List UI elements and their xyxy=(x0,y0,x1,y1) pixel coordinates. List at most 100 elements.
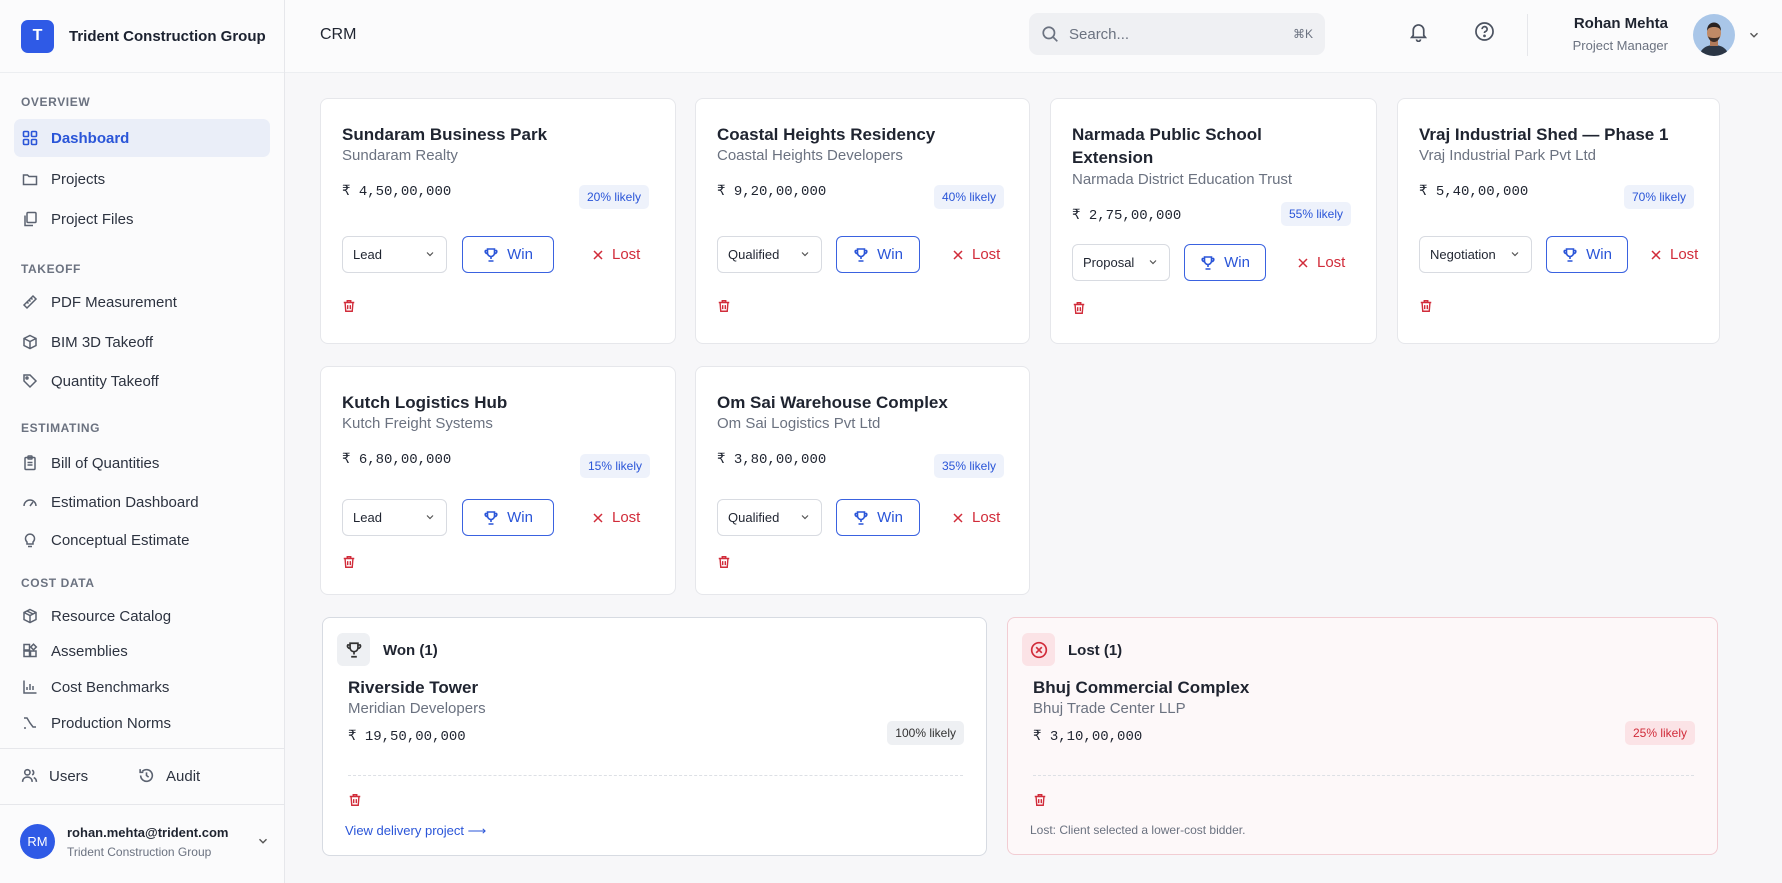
tag-icon xyxy=(21,372,39,390)
trophy-icon xyxy=(483,510,499,526)
likelihood-badge: 20% likely xyxy=(579,185,650,209)
opportunity-card: Sundaram Business Park Sundaram Realty ₹… xyxy=(320,98,676,344)
bar-chart-icon xyxy=(21,678,39,696)
ruler-icon xyxy=(21,293,39,311)
account-switcher[interactable]: RM rohan.mehta@trident.com Trident Const… xyxy=(20,824,270,859)
stage-select[interactable]: Qualified xyxy=(717,236,822,273)
sidebar-item-label: Estimation Dashboard xyxy=(51,493,199,511)
trash-icon[interactable] xyxy=(342,555,356,569)
sidebar-item-label: Assemblies xyxy=(51,642,128,660)
trash-icon[interactable] xyxy=(717,555,731,569)
search-shortcut: ⌘K xyxy=(1292,27,1313,41)
stage-select[interactable]: Lead xyxy=(342,236,447,273)
win-button[interactable]: Win xyxy=(462,499,554,536)
bell-icon[interactable] xyxy=(1408,21,1429,42)
chevron-down-icon[interactable] xyxy=(1747,28,1761,42)
sidebar-item-project-files[interactable]: Project Files xyxy=(14,200,270,238)
lost-project-name: Bhuj Commercial Complex xyxy=(1033,678,1250,697)
lost-label: Lost xyxy=(612,509,641,526)
sidebar-item-label: Project Files xyxy=(51,210,134,228)
win-button[interactable]: Win xyxy=(1184,244,1266,281)
trash-icon[interactable] xyxy=(342,299,356,313)
lost-button[interactable]: Lost xyxy=(1297,244,1345,281)
trash-icon[interactable] xyxy=(1033,793,1047,807)
divider xyxy=(348,775,963,776)
user-email: rohan.mehta@trident.com xyxy=(67,824,229,840)
opportunity-card: Om Sai Warehouse Complex Om Sai Logistic… xyxy=(695,366,1030,595)
won-panel: Won (1) Riverside Tower Meridian Develop… xyxy=(322,617,987,856)
chevron-down-icon xyxy=(799,248,811,260)
blocks-icon xyxy=(21,642,39,660)
sidebar-item-estimation-dashboard[interactable]: Estimation Dashboard xyxy=(14,483,270,521)
sidebar-item-production-norms[interactable]: Production Norms xyxy=(14,704,270,742)
lost-button[interactable]: Lost xyxy=(952,236,1000,273)
win-button[interactable]: Win xyxy=(1546,236,1628,273)
opportunity-client: Sundaram Realty xyxy=(342,147,458,164)
trash-icon[interactable] xyxy=(1072,301,1086,315)
section-title-overview: OVERVIEW xyxy=(21,95,91,109)
trash-icon[interactable] xyxy=(717,299,731,313)
sidebar-item-bim-3d-takeoff[interactable]: BIM 3D Takeoff xyxy=(14,323,270,361)
lost-button[interactable]: Lost xyxy=(592,499,640,536)
opportunity-title: Kutch Logistics Hub xyxy=(342,393,508,412)
close-icon xyxy=(592,249,604,261)
sidebar-item-assemblies[interactable]: Assemblies xyxy=(14,632,270,670)
win-button[interactable]: Win xyxy=(836,499,920,536)
opportunity-amount: ₹ 9,20,00,000 xyxy=(717,184,827,200)
lost-button[interactable]: Lost xyxy=(592,236,640,273)
search-box[interactable]: ⌘K xyxy=(1029,13,1325,55)
opportunity-amount: ₹ 5,40,00,000 xyxy=(1419,184,1529,200)
stage-select[interactable]: Lead xyxy=(342,499,447,536)
likelihood-badge: 100% likely xyxy=(887,721,964,745)
lost-button[interactable]: Lost xyxy=(1650,236,1698,273)
avatar[interactable] xyxy=(1693,14,1735,56)
sidebar-item-quantity-takeoff[interactable]: Quantity Takeoff xyxy=(14,362,270,400)
search-input[interactable] xyxy=(1069,25,1259,43)
sidebar-item-pdf-measurement[interactable]: PDF Measurement xyxy=(14,283,270,321)
folder-icon xyxy=(21,170,39,188)
stage-select[interactable]: Negotiation xyxy=(1419,236,1532,273)
sidebar: T Trident Construction Group OVERVIEW Da… xyxy=(0,0,285,883)
chevron-down-icon xyxy=(424,248,436,260)
stage-select[interactable]: Proposal xyxy=(1072,244,1170,281)
user-org: Trident Construction Group xyxy=(67,844,212,859)
stage-value: Proposal xyxy=(1083,255,1135,270)
close-icon xyxy=(952,512,964,524)
sidebar-item-projects[interactable]: Projects xyxy=(14,160,270,198)
trash-icon[interactable] xyxy=(1419,299,1433,313)
win-button[interactable]: Win xyxy=(836,236,920,273)
lost-project-amount: ₹ 3,10,00,000 xyxy=(1033,729,1143,745)
sidebar-link-users[interactable]: Users xyxy=(21,767,88,785)
close-icon xyxy=(592,512,604,524)
win-button[interactable]: Win xyxy=(462,236,554,273)
trophy-icon xyxy=(1562,247,1578,263)
sidebar-item-bill-of-quantities[interactable]: Bill of Quantities xyxy=(14,444,270,482)
sidebar-item-label: Dashboard xyxy=(51,129,130,147)
stage-select[interactable]: Qualified xyxy=(717,499,822,536)
trash-icon[interactable] xyxy=(348,793,362,807)
sidebar-item-conceptual-estimate[interactable]: Conceptual Estimate xyxy=(14,521,270,559)
sidebar-item-label: BIM 3D Takeoff xyxy=(51,333,153,351)
section-title-estimating: ESTIMATING xyxy=(21,421,101,435)
section-title-takeoff: TAKEOFF xyxy=(21,262,81,276)
opportunity-amount: ₹ 2,75,00,000 xyxy=(1072,208,1182,224)
lost-panel-title: Lost (1) xyxy=(1068,642,1123,659)
view-delivery-project-link[interactable]: View delivery project ⟶ xyxy=(345,823,486,839)
divider xyxy=(1033,775,1694,776)
help-icon[interactable] xyxy=(1474,21,1495,42)
header-user-name: Rohan Mehta xyxy=(1573,15,1668,32)
likelihood-badge: 25% likely xyxy=(1624,721,1695,745)
sidebar-link-audit[interactable]: Audit xyxy=(138,767,200,785)
sidebar-item-cost-benchmarks[interactable]: Cost Benchmarks xyxy=(14,668,270,706)
stage-value: Qualified xyxy=(728,510,780,525)
opportunity-card: Coastal Heights Residency Coastal Height… xyxy=(695,98,1030,344)
sidebar-item-dashboard[interactable]: Dashboard xyxy=(14,119,270,157)
trophy-icon xyxy=(483,247,499,263)
stage-value: Lead xyxy=(353,510,382,525)
sidebar-item-resource-catalog[interactable]: Resource Catalog xyxy=(14,597,270,635)
sidebar-divider xyxy=(0,804,285,805)
lost-button[interactable]: Lost xyxy=(952,499,1000,536)
stage-value: Negotiation xyxy=(1430,247,1496,262)
brand: T Trident Construction Group xyxy=(0,0,284,73)
sidebar-item-label: Cost Benchmarks xyxy=(51,678,170,696)
